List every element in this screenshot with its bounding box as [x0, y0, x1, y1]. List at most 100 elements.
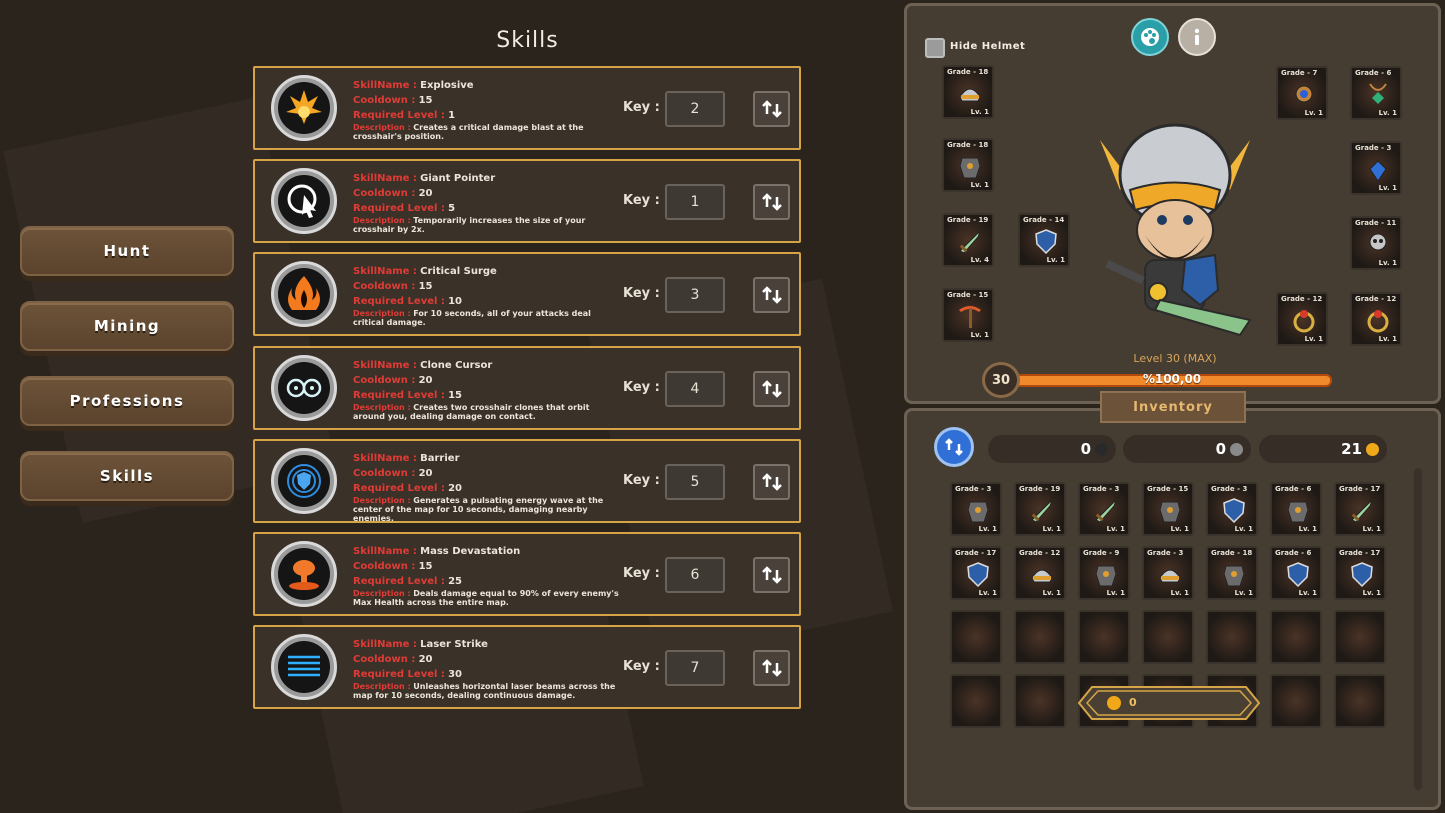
item-slot[interactable]: Grade - 12 Lv. 1	[1014, 546, 1066, 600]
armor-icon	[1287, 501, 1309, 523]
item-level: Lv. 1	[1042, 589, 1061, 597]
item-slot[interactable]: Grade - 18 Lv. 1	[942, 65, 994, 119]
skull-charm-icon	[1369, 233, 1387, 251]
skill-icon-frame	[271, 75, 337, 141]
required-level-label: Required Level :	[353, 203, 445, 214]
key-binding-input[interactable]: 1	[665, 184, 725, 220]
item-slot[interactable]: Grade - 19 Lv. 1	[1014, 482, 1066, 536]
empty-item-slot[interactable]	[1142, 610, 1194, 664]
cooldown-label: Cooldown :	[353, 95, 416, 106]
mining-button[interactable]: Mining	[20, 301, 234, 351]
swap-skill-button[interactable]	[753, 557, 790, 593]
palette-button[interactable]	[1131, 18, 1169, 56]
hunt-button[interactable]: Hunt	[20, 226, 234, 276]
item-slot[interactable]: Grade - 14 Lv. 1	[1018, 213, 1070, 267]
shield-icon	[1287, 562, 1309, 588]
key-binding-input[interactable]: 5	[665, 464, 725, 500]
sword-icon	[1095, 499, 1117, 523]
hide-helmet-checkbox[interactable]	[925, 38, 945, 58]
item-slot[interactable]: Grade - 17 Lv. 1	[950, 546, 1002, 600]
empty-item-slot[interactable]	[1206, 610, 1258, 664]
inventory-scrollbar[interactable]	[1414, 468, 1422, 790]
skill-cooldown: 20	[418, 468, 433, 479]
description-label: Description :	[353, 682, 411, 691]
item-slot[interactable]: Grade - 3 Lv. 1	[1142, 546, 1194, 600]
empty-item-slot[interactable]	[950, 610, 1002, 664]
currency-counter: 21	[1259, 435, 1387, 463]
item-slot[interactable]: Grade - 18 Lv. 1	[1206, 546, 1258, 600]
sort-button[interactable]	[934, 427, 974, 467]
empty-item-slot[interactable]	[1078, 610, 1130, 664]
key-binding-input[interactable]: 7	[665, 650, 725, 686]
item-slot[interactable]: Grade - 15 Lv. 1	[1142, 482, 1194, 536]
item-slot[interactable]: Grade - 6 Lv. 1	[1270, 546, 1322, 600]
swap-skill-button[interactable]	[753, 371, 790, 407]
skill-required-level: 1	[448, 110, 456, 121]
skill-name: Barrier	[420, 453, 460, 464]
xp-text: %100,00	[1142, 372, 1202, 386]
item-slot[interactable]: Grade - 17 Lv. 1	[1334, 546, 1386, 600]
item-grade: Grade - 6	[1355, 69, 1392, 77]
item-slot[interactable]: Grade - 6 Lv. 1	[1270, 482, 1322, 536]
empty-item-slot[interactable]	[1334, 610, 1386, 664]
refresh-icon	[945, 438, 963, 456]
empty-item-slot[interactable]	[1270, 674, 1322, 728]
swap-icon	[761, 100, 782, 118]
item-slot[interactable]: Grade - 12 Lv. 1	[1276, 292, 1328, 346]
item-slot[interactable]: Grade - 19 Lv. 4	[942, 213, 994, 267]
item-slot[interactable]: Grade - 11 Lv. 1	[1350, 216, 1402, 270]
shield-icon	[1035, 229, 1057, 255]
item-level: Lv. 1	[1046, 256, 1065, 264]
swap-skill-button[interactable]	[753, 277, 790, 313]
item-slot[interactable]: Grade - 18 Lv. 1	[942, 138, 994, 192]
item-slot[interactable]: Grade - 15 Lv. 1	[942, 288, 994, 342]
item-grade: Grade - 18	[947, 68, 989, 76]
empty-item-slot[interactable]	[1270, 610, 1322, 664]
swap-icon	[761, 286, 782, 304]
skill-required-level: 5	[448, 203, 456, 214]
item-slot[interactable]: Grade - 3 Lv. 1	[1078, 482, 1130, 536]
empty-item-slot[interactable]	[1014, 674, 1066, 728]
item-slot[interactable]: Grade - 3 Lv. 1	[950, 482, 1002, 536]
key-binding-input[interactable]: 4	[665, 371, 725, 407]
item-level: Lv. 1	[970, 181, 989, 189]
currency-value: 0	[1080, 440, 1091, 458]
item-grade: Grade - 19	[947, 216, 989, 224]
key-binding-input[interactable]: 6	[665, 557, 725, 593]
empty-item-slot[interactable]	[950, 674, 1002, 728]
item-slot[interactable]: Grade - 3 Lv. 1	[1350, 141, 1402, 195]
info-button[interactable]	[1178, 18, 1216, 56]
skills-button[interactable]: Skills	[20, 451, 234, 501]
giant-cursor-icon	[287, 184, 317, 218]
item-slot[interactable]: Grade - 17 Lv. 1	[1334, 482, 1386, 536]
skill-cooldown: 20	[418, 375, 433, 386]
key-binding-input[interactable]: 3	[665, 277, 725, 313]
skill-icon-frame	[271, 261, 337, 327]
sell-value-box[interactable]	[1078, 686, 1260, 720]
item-slot[interactable]: Grade - 6 Lv. 1	[1350, 66, 1402, 120]
swap-skill-button[interactable]	[753, 650, 790, 686]
required-level-label: Required Level :	[353, 576, 445, 587]
skill-info: SkillName : Critical Surge Cooldown : 15 R…	[353, 264, 621, 327]
item-grade: Grade - 17	[1339, 485, 1381, 493]
professions-button[interactable]: Professions	[20, 376, 234, 426]
armor-icon	[1223, 565, 1245, 587]
swap-skill-button[interactable]	[753, 464, 790, 500]
swap-skill-button[interactable]	[753, 184, 790, 220]
skill-card: SkillName : Clone Cursor Cooldown : 20 Req…	[253, 346, 801, 430]
item-slot[interactable]: Grade - 9 Lv. 1	[1078, 546, 1130, 600]
item-grade: Grade - 12	[1355, 295, 1397, 303]
item-slot[interactable]: Grade - 12 Lv. 1	[1350, 292, 1402, 346]
ring-icon	[1367, 310, 1389, 333]
key-binding-input[interactable]: 2	[665, 91, 725, 127]
info-icon	[1194, 28, 1200, 45]
swap-skill-button[interactable]	[753, 91, 790, 127]
empty-item-slot[interactable]	[1014, 610, 1066, 664]
item-slot[interactable]: Grade - 3 Lv. 1	[1206, 482, 1258, 536]
description-label: Description :	[353, 403, 411, 412]
item-slot[interactable]: Grade - 7 Lv. 1	[1276, 66, 1328, 120]
empty-item-slot[interactable]	[1334, 674, 1386, 728]
skill-card: SkillName : Barrier Cooldown : 20 Required…	[253, 439, 801, 523]
skill-name-label: SkillName :	[353, 266, 417, 277]
skill-card: SkillName : Mass Devastation Cooldown : 1…	[253, 532, 801, 616]
